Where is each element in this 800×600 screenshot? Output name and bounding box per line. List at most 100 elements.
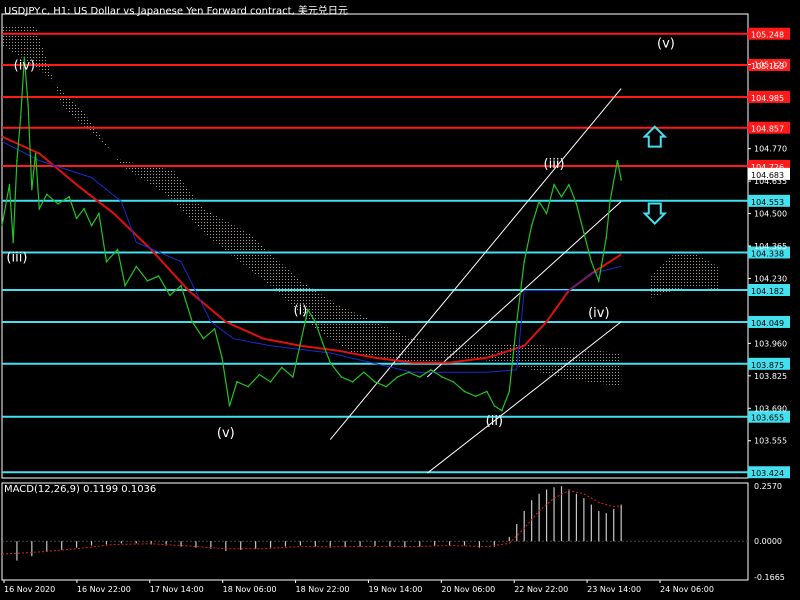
- price-point: [116, 248, 119, 251]
- price-point: [583, 231, 585, 234]
- price-point: [430, 369, 432, 371]
- arrow-up-icon: [642, 125, 668, 148]
- y-tick-label: 103.690: [754, 404, 787, 413]
- y-tick-label: 104.500: [754, 210, 787, 219]
- wave-label: (i): [294, 304, 308, 319]
- price-point: [213, 328, 216, 330]
- wave-label: (iii): [6, 251, 27, 266]
- wave-label: (v): [217, 426, 235, 441]
- price-point: [1, 224, 3, 227]
- price-point: [34, 152, 37, 155]
- price-point: [57, 203, 59, 205]
- y-tick-label: 103.825: [754, 372, 787, 381]
- price-point: [474, 395, 477, 398]
- price-point: [269, 381, 272, 383]
- price-point: [396, 376, 399, 378]
- wave-label: (ii): [486, 414, 503, 429]
- price-point: [236, 381, 238, 383]
- y-tick-label: 103.960: [754, 339, 787, 348]
- price-point: [105, 260, 108, 263]
- price-point: [180, 284, 182, 287]
- price-point: [19, 116, 22, 119]
- macd-y-tick-label: -0.1665: [754, 573, 785, 582]
- price-point: [605, 236, 608, 239]
- price-point: [374, 381, 376, 383]
- price-point: [523, 260, 525, 263]
- macd-pane-frame: [1, 482, 749, 581]
- x-tick-label: 22 Nov 22:00: [514, 585, 568, 594]
- price-point: [292, 376, 294, 378]
- price-point: [228, 405, 231, 407]
- price-point: [508, 390, 511, 393]
- price-point: [98, 212, 100, 215]
- price-point: [329, 361, 332, 364]
- price-point: [321, 342, 324, 345]
- price-point: [385, 385, 387, 388]
- price-point: [258, 373, 261, 376]
- x-tick-label: 16 Nov 2020: [4, 585, 55, 594]
- ichimoku-cloud-forward: [651, 254, 719, 298]
- level-label: 104.049: [751, 319, 784, 328]
- current-price-label: 104.683: [751, 171, 784, 180]
- price-point: [340, 376, 343, 378]
- price-point: [418, 376, 421, 378]
- price-point: [38, 207, 41, 210]
- price-point: [598, 280, 600, 282]
- level-label: 104.553: [751, 198, 784, 207]
- y-tick-label: 105.120: [754, 60, 787, 69]
- price-point: [280, 366, 283, 369]
- price-point: [124, 284, 126, 287]
- price-point: [616, 159, 619, 162]
- wave-label: (iv): [14, 58, 35, 73]
- price-point: [45, 193, 48, 196]
- price-point: [609, 200, 611, 203]
- price-point: [452, 381, 455, 383]
- price-point: [530, 224, 533, 227]
- x-tick-label: 18 Nov 22:00: [296, 585, 350, 594]
- macd-y-tick-label: 0.2570: [754, 482, 782, 491]
- channel-line: [329, 88, 622, 440]
- wave-label: (v): [657, 37, 675, 52]
- price-point: [202, 337, 205, 340]
- y-tick-label: 104.230: [754, 274, 787, 283]
- price-point: [27, 104, 29, 107]
- price-point: [16, 159, 18, 162]
- price-point: [299, 342, 302, 345]
- price-point: [560, 195, 563, 198]
- price-chart[interactable]: 105.248105.153104.985104.857104.726104.5…: [0, 0, 800, 600]
- y-tick-label: 104.365: [754, 242, 787, 251]
- price-point: [501, 409, 503, 412]
- price-point: [83, 207, 85, 210]
- macd-signal-line: [1, 490, 622, 555]
- price-point: [363, 371, 365, 374]
- price-point: [135, 265, 138, 268]
- macd-y-tick-label: 0.0000: [754, 537, 782, 546]
- level-label: 104.182: [751, 287, 784, 296]
- price-point: [68, 195, 70, 198]
- y-tick-label: 104.770: [754, 145, 787, 154]
- price-point: [568, 183, 570, 186]
- price-point: [247, 385, 249, 388]
- price-point: [31, 188, 33, 191]
- price-point: [90, 224, 93, 227]
- x-tick-label: 20 Nov 06:00: [441, 585, 495, 594]
- price-point: [538, 200, 540, 203]
- level-label: 103.424: [751, 469, 784, 478]
- moving-average-red: [1, 135, 622, 364]
- price-point: [191, 320, 194, 323]
- price-point: [146, 280, 149, 282]
- price-point: [12, 241, 14, 244]
- level-label: 103.875: [751, 361, 784, 370]
- x-tick-label: 16 Nov 22:00: [77, 585, 131, 594]
- ichimoku-cloud: [2, 26, 622, 387]
- level-label: 103.655: [751, 414, 784, 423]
- price-point: [314, 320, 317, 323]
- price-point: [8, 183, 11, 186]
- price-point: [575, 203, 578, 205]
- price-point: [553, 183, 555, 186]
- price-point: [486, 390, 488, 393]
- price-point: [75, 217, 78, 220]
- price-point: [463, 390, 466, 393]
- price-point: [545, 212, 548, 215]
- x-tick-label: 17 Nov 14:00: [150, 585, 204, 594]
